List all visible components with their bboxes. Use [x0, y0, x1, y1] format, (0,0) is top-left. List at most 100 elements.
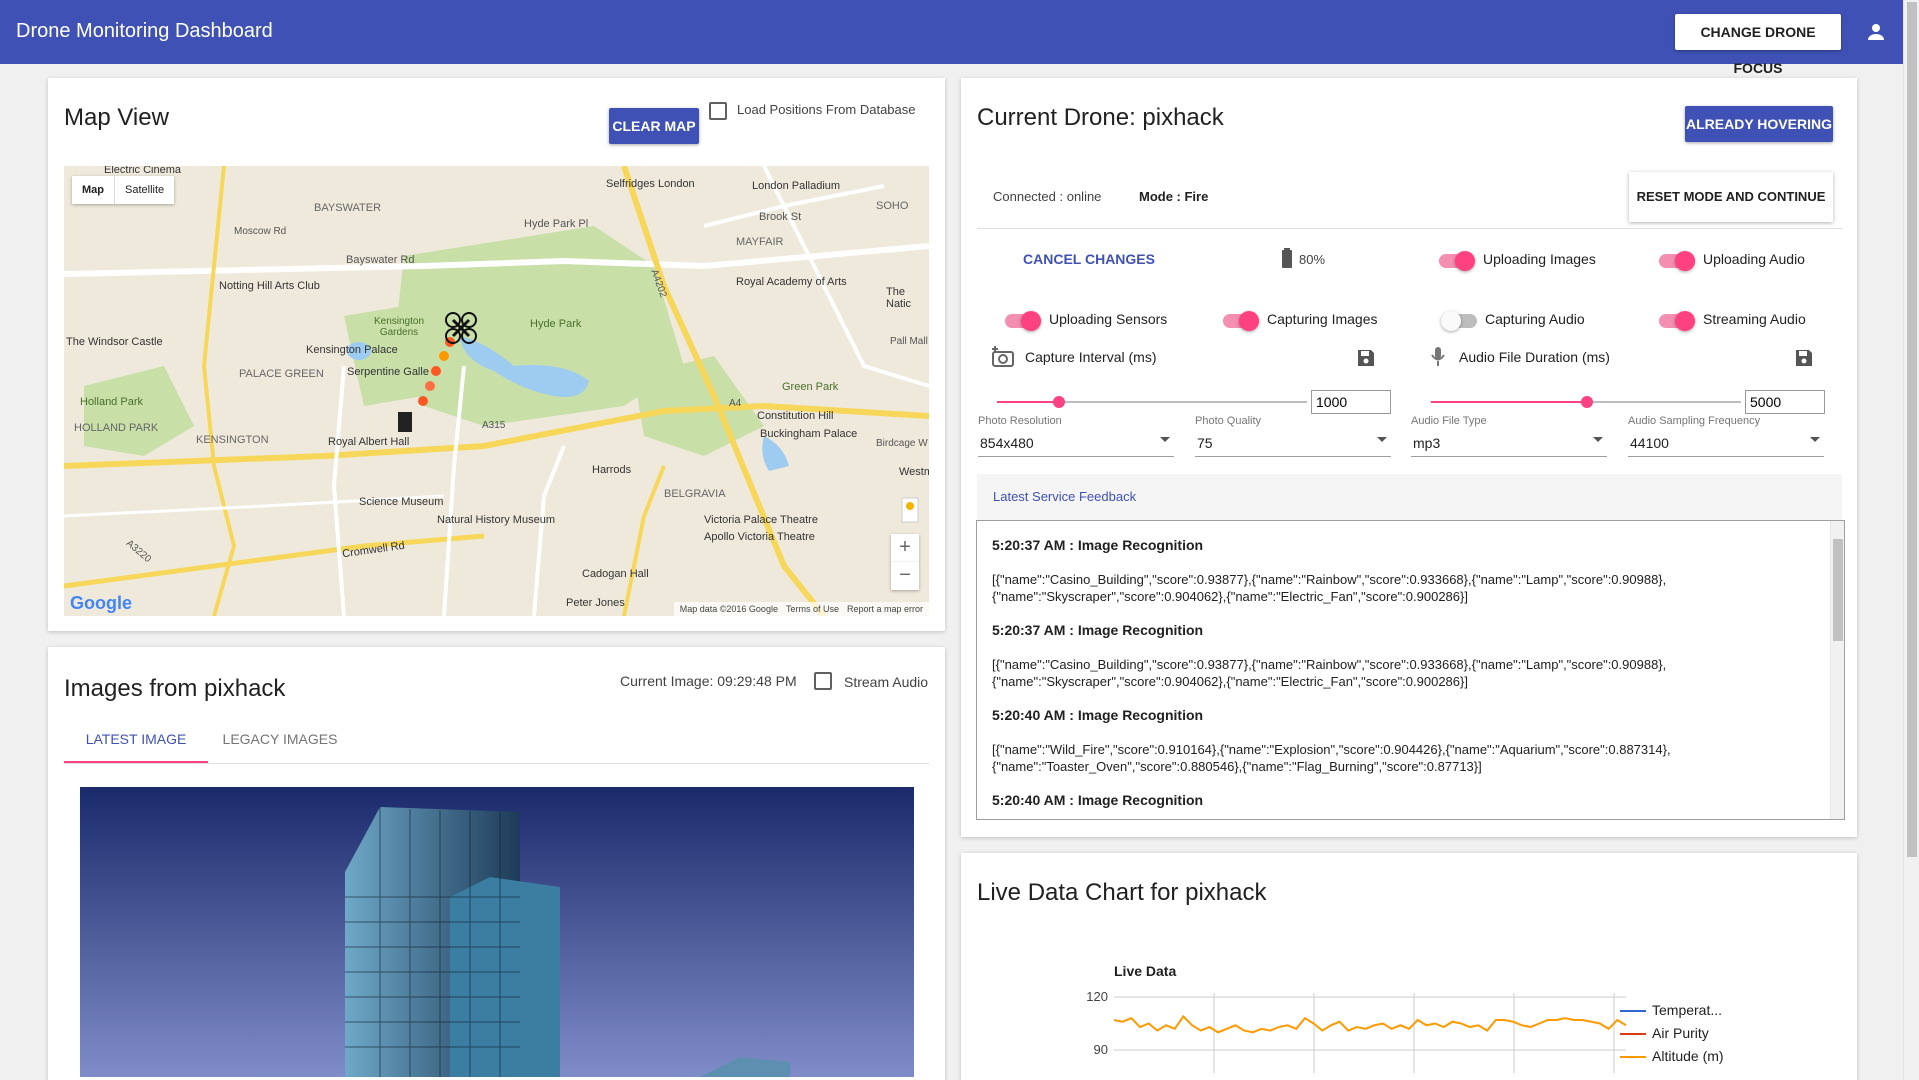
toggle-label: Uploading Images	[1483, 251, 1596, 267]
app-title: Drone Monitoring Dashboard	[16, 20, 273, 42]
toggle-uploading-sensors[interactable]	[1005, 311, 1041, 331]
capture-interval-input[interactable]	[1311, 390, 1391, 414]
already-hovering-button[interactable]: ALREADY HOVERING	[1685, 106, 1833, 142]
map-tab-satellite[interactable]: Satellite	[114, 176, 174, 204]
map-label: KENSINGTON	[196, 434, 269, 446]
map-label: Electric Cinema	[104, 166, 182, 176]
y-tick-label: 120	[1086, 989, 1108, 1004]
map-label: Kensington Palace	[306, 344, 398, 356]
map-label: Green Park	[782, 381, 839, 393]
map-footer: Map data ©2016 Google Terms of Use Repor…	[673, 602, 929, 616]
photo-resolution-select[interactable]: 854x480	[978, 431, 1174, 457]
feedback-entry-title: 5:20:40 AM : Image Recognition	[992, 792, 1204, 808]
images-card: Images from pixhack Current Image: 09:29…	[48, 647, 945, 1080]
map-label: Cadogan Hall	[582, 568, 649, 580]
select-value: 854x480	[980, 435, 1034, 451]
y-tick-label: 90	[1094, 1042, 1108, 1057]
feedback-scrollbar[interactable]	[1830, 521, 1844, 819]
toggle-uploading-images[interactable]	[1439, 251, 1475, 271]
cancel-changes-button[interactable]: CANCEL CHANGES	[1023, 251, 1155, 267]
drone-control-card: Current Drone: pixhack ALREADY HOVERING …	[961, 78, 1857, 837]
stream-audio-checkbox[interactable]	[814, 672, 832, 690]
map-card: Map View CLEAR MAP Load Positions From D…	[48, 78, 945, 631]
map-label: Victoria Palace Theatre	[704, 514, 818, 526]
dropdown-arrow-icon	[1593, 437, 1603, 442]
map-label: The Windsor Castle	[66, 336, 163, 348]
capture-interval-slider[interactable]	[1053, 396, 1065, 408]
map-label: SOHO	[876, 200, 909, 212]
map-label: Science Museum	[359, 496, 444, 508]
toggle-capturing-images[interactable]	[1223, 311, 1259, 331]
battery-level: 80%	[1299, 252, 1326, 267]
map-label: BAYSWATER	[314, 202, 382, 214]
feedback-entry-body: [{"name":"Casino_Building","score":0.938…	[992, 572, 1667, 604]
zoom-in-button[interactable]: +	[891, 534, 919, 562]
feedback-entry-body: [{"name":"Wild_Fire","score":0.910164},{…	[992, 742, 1671, 774]
account-icon[interactable]	[1864, 20, 1888, 44]
google-logo: Google	[70, 593, 132, 613]
live-chart-title: Live Data Chart for pixhack	[977, 879, 1267, 906]
stream-audio-label: Stream Audio	[844, 674, 929, 690]
camera-add-icon	[992, 346, 1014, 367]
map-label: Constitution Hill	[757, 410, 834, 422]
reset-mode-button[interactable]: RESET MODE AND CONTINUE	[1629, 172, 1833, 222]
toggle-label: Streaming Audio	[1703, 311, 1806, 327]
capture-interval-slider-fill	[997, 401, 1059, 403]
change-drone-focus-button[interactable]: CHANGE DRONE FOCUS	[1675, 14, 1841, 76]
legend-item: Temperat...	[1652, 1002, 1723, 1018]
map-data-credit: Map data ©2016 Google	[679, 604, 778, 614]
map-label: Selfridges London	[606, 178, 695, 190]
map-label: Royal Albert Hall	[328, 436, 410, 448]
map-label: Holland Park	[80, 396, 143, 408]
map-label: PALACE GREEN	[239, 368, 324, 380]
latest-drone-image	[80, 787, 914, 1077]
series-line	[1113, 1014, 1627, 1034]
toggle-streaming-audio[interactable]	[1659, 311, 1695, 331]
map-label: Pall Mall	[890, 336, 928, 347]
map-label: Notting Hill Arts Club	[219, 280, 320, 292]
save-icon[interactable]	[1795, 349, 1813, 367]
images-title: Images from pixhack	[64, 675, 286, 702]
service-feedback-log[interactable]: 5:20:37 AM : Image Recognition [{"name":…	[976, 520, 1845, 820]
page-scrollbar[interactable]	[1903, 0, 1919, 1080]
photo-quality-select[interactable]: 75	[1195, 431, 1391, 457]
load-positions-checkbox[interactable]	[709, 102, 727, 120]
connection-status: Connected : online	[993, 189, 1102, 204]
map-tab-map[interactable]: Map	[72, 176, 114, 204]
select-label: Audio Sampling Frequency	[1628, 415, 1761, 427]
save-icon[interactable]	[1357, 349, 1375, 367]
dropdown-arrow-icon	[1810, 437, 1820, 442]
tab-latest-image[interactable]: LATEST IMAGE	[64, 715, 208, 763]
map-label: Kensington Gardens	[373, 316, 425, 338]
legend-swatch	[1620, 1033, 1646, 1035]
legend-swatch	[1620, 1056, 1646, 1058]
audio-duration-label: Audio File Duration (ms)	[1459, 349, 1610, 365]
tab-legacy-images[interactable]: LEGACY IMAGES	[208, 715, 352, 763]
toggle-label: Uploading Sensors	[1049, 311, 1168, 327]
select-value: 75	[1197, 435, 1213, 451]
map-label: A4	[729, 398, 742, 409]
terms-link[interactable]: Terms of Use	[786, 602, 839, 616]
toggle-label: Uploading Audio	[1703, 251, 1805, 267]
map-label: MAYFAIR	[736, 236, 784, 248]
select-label: Photo Quality	[1195, 415, 1262, 427]
map-label: London Palladium	[752, 180, 841, 192]
toggle-capturing-audio[interactable]	[1441, 311, 1477, 331]
feedback-header: Latest Service Feedback	[977, 474, 1842, 520]
toggle-uploading-audio[interactable]	[1659, 251, 1695, 271]
audio-file-type-select[interactable]: mp3	[1411, 431, 1607, 457]
map-label: Harrods	[592, 464, 632, 476]
map[interactable]: Map Satellite Electric Cinema Selfridges…	[64, 166, 929, 616]
feedback-entry-title: 5:20:40 AM : Image Recognition	[992, 707, 1204, 723]
app-bar: Drone Monitoring Dashboard CHANGE DRONE …	[0, 0, 1903, 76]
zoom-out-button[interactable]: −	[891, 562, 919, 590]
map-label: Royal Academy of Arts	[736, 276, 847, 288]
load-positions-label: Load Positions From Database	[737, 102, 916, 117]
audio-sampling-select[interactable]: 44100	[1628, 431, 1824, 457]
audio-duration-slider[interactable]	[1581, 396, 1593, 408]
report-error-link[interactable]: Report a map error	[847, 602, 923, 616]
audio-duration-input[interactable]	[1745, 390, 1825, 414]
clear-map-button[interactable]: CLEAR MAP	[609, 108, 699, 144]
map-label: Apollo Victoria Theatre	[704, 531, 815, 543]
map-label: Birdcage W	[876, 438, 928, 449]
